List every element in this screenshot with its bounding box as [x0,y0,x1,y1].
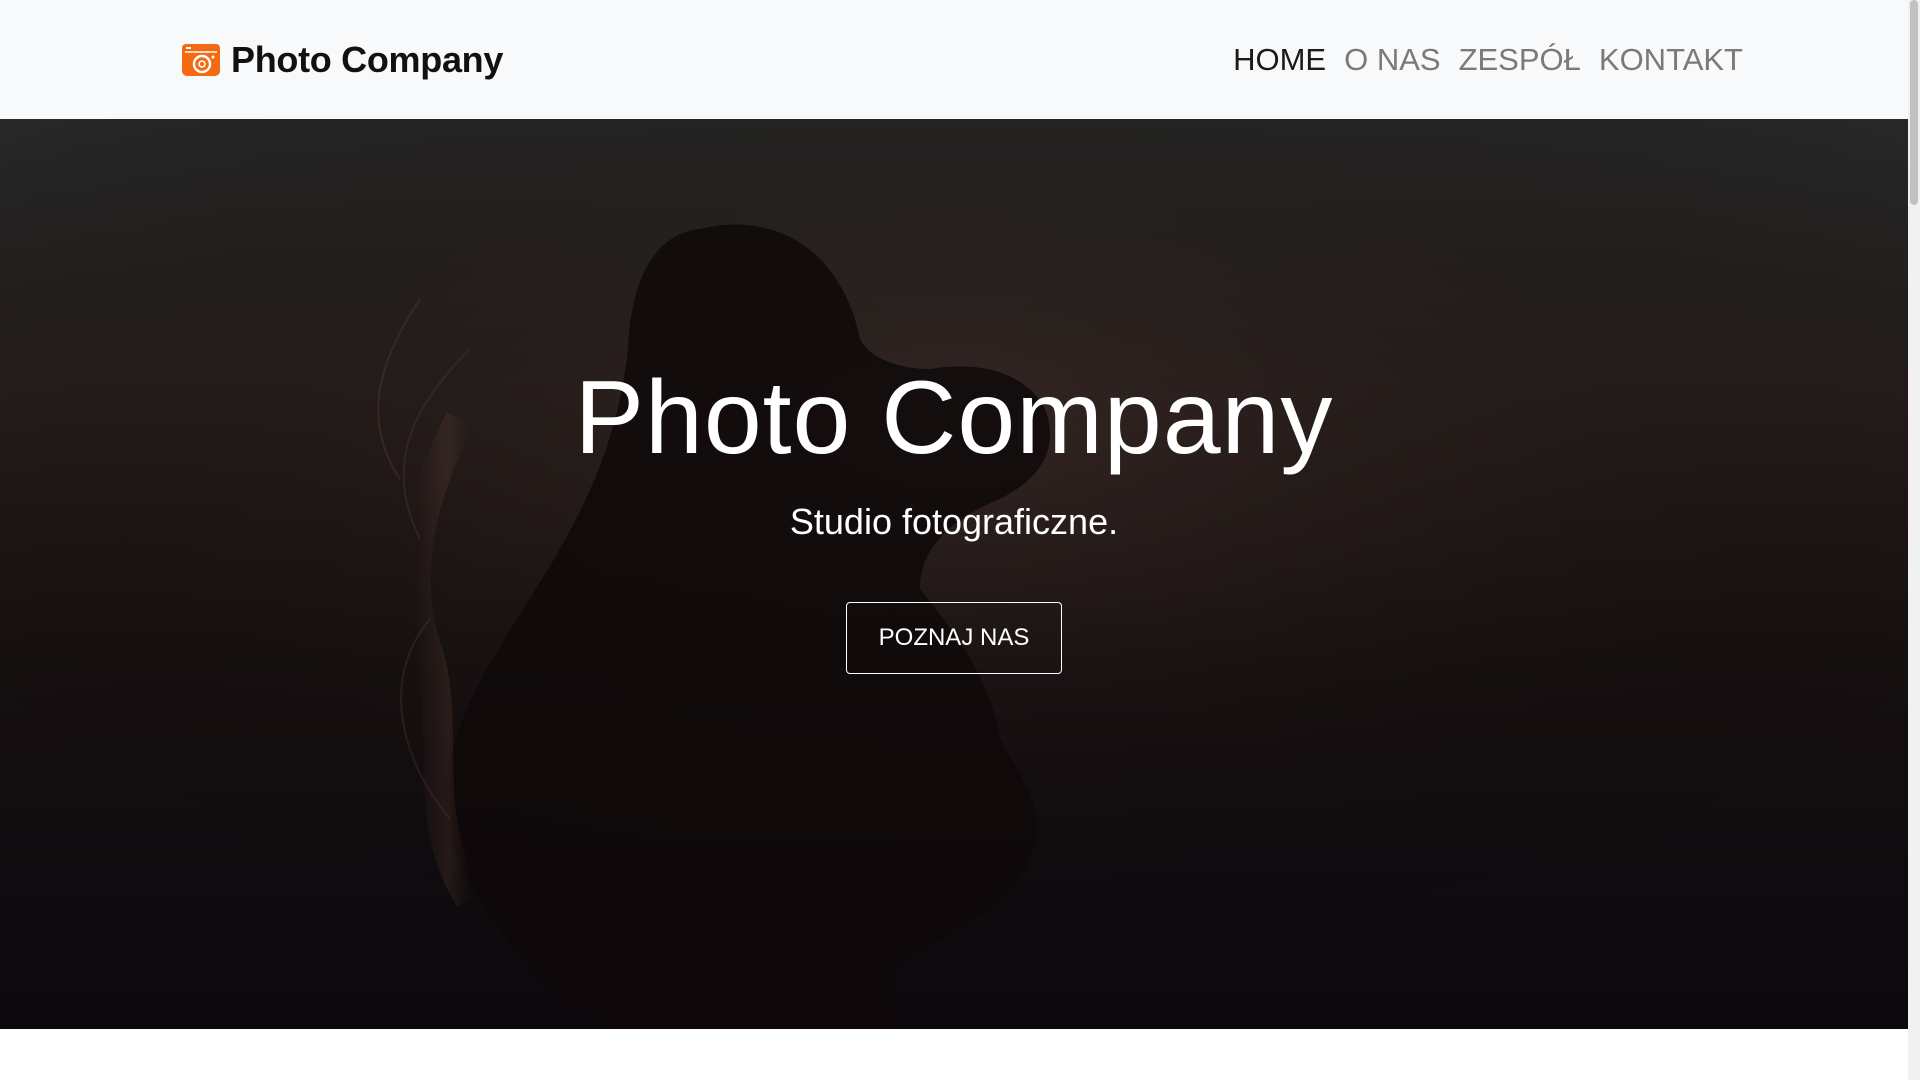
nav-link-zespol[interactable]: ZESPÓŁ [1459,42,1581,78]
hero-subtitle: Studio fotograficzne. [789,501,1119,542]
camera-icon [182,44,220,76]
brand-link[interactable]: Photo Company [181,36,503,84]
navbar: Photo Company HOME O NAS ZESPÓŁ KONTAKT [0,0,1908,119]
hero-title: Photo Company [574,360,1334,476]
scrollbar-thumb[interactable] [1910,0,1918,205]
main-nav: HOME O NAS ZESPÓŁ KONTAKT [1233,38,1743,82]
hero-section: Photo Company Studio fotograficzne. POZN… [0,119,1908,1029]
poznaj-nas-button[interactable]: POZNAJ NAS [846,602,1062,674]
nav-link-o-nas[interactable]: O NAS [1344,42,1440,78]
brand-name: Photo Company [231,39,504,80]
hero-content: Photo Company Studio fotograficzne. POZN… [0,119,1908,1029]
page: Photo Company HOME O NAS ZESPÓŁ KONTAKT [0,0,1920,1080]
nav-link-kontakt[interactable]: KONTAKT [1599,42,1743,78]
nav-link-home[interactable]: HOME [1233,42,1326,78]
